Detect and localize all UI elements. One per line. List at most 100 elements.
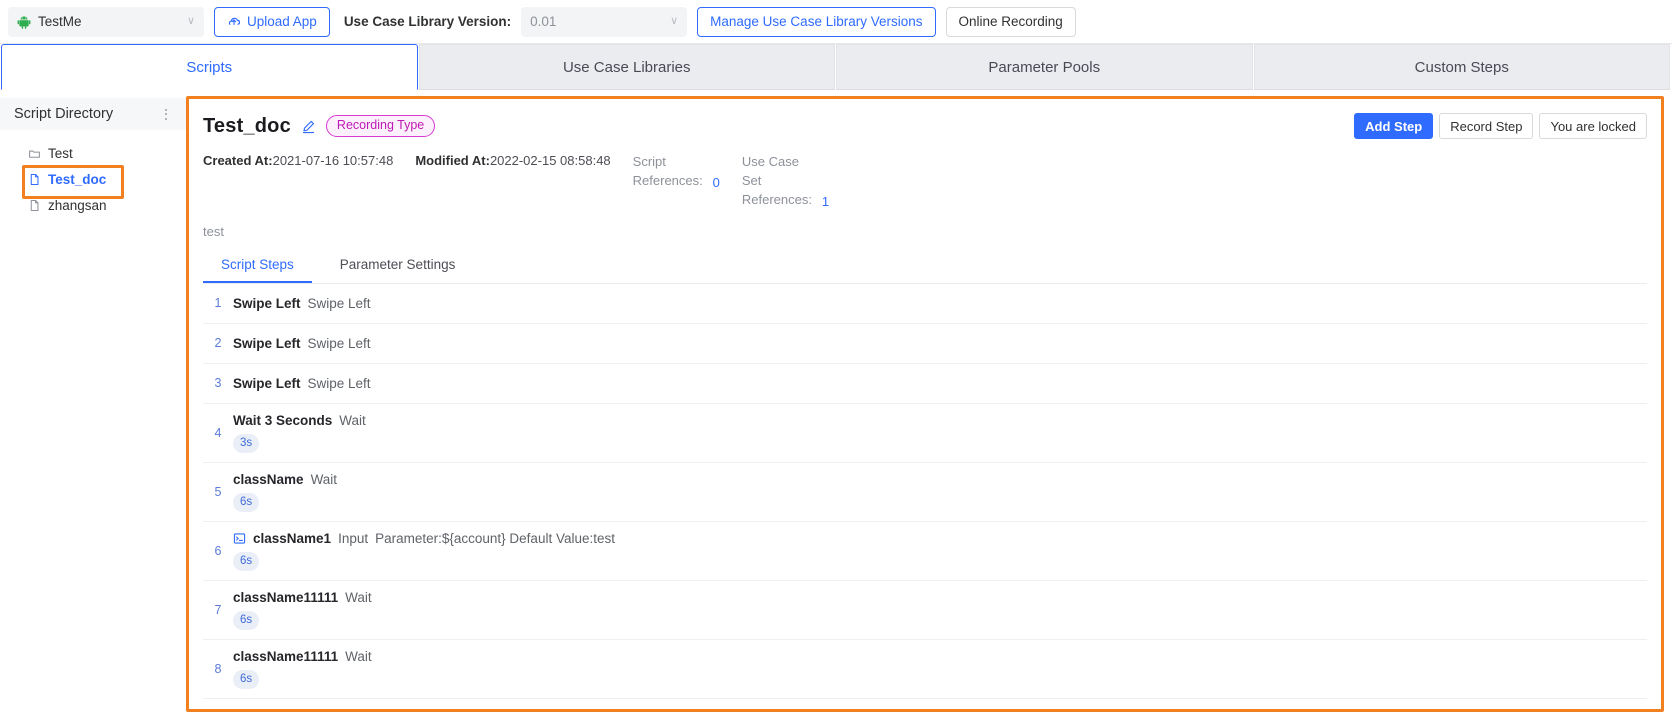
online-recording-button[interactable]: Online Recording (945, 6, 1076, 37)
table-row[interactable]: 7 className11111 Wait 6s (203, 581, 1647, 640)
use-case-library-version-selector[interactable]: 0.01 ∨ (521, 6, 688, 37)
chevron-down-icon: ∨ (670, 15, 679, 27)
table-row[interactable]: 8 className11111 Wait 6s (203, 640, 1647, 699)
step-number: 1 (214, 296, 222, 311)
duration-badge: 6s (233, 492, 260, 512)
step-line: Swipe Left Swipe Left (233, 376, 1645, 391)
step-number: 3 (214, 376, 222, 391)
tab-parameter-settings[interactable]: Parameter Settings (322, 251, 474, 283)
metadata-row: Created At:2021-07-16 10:57:48 Modified … (203, 153, 1647, 210)
step-type: Wait (339, 412, 366, 428)
step-name: Swipe Left (233, 335, 301, 351)
lock-status-button[interactable]: You are locked (1539, 113, 1647, 139)
top-toolbar: TestMe ∨ Upload App Use Case Library Ver… (0, 0, 1672, 44)
sidebar-item-zhangsan[interactable]: zhangsan (0, 192, 186, 218)
upload-app-label: Upload App (247, 14, 317, 29)
title-actions: Add Step Record Step You are locked (1354, 113, 1647, 139)
step-name: className (233, 471, 304, 487)
duration-badge: 6s (233, 669, 260, 689)
title-row: Test_doc Recording Type Add Step Record … (203, 113, 1647, 139)
main-tab-bar: Scripts Use Case Libraries Parameter Poo… (0, 44, 1672, 90)
step-name: className1 (253, 530, 332, 546)
table-row[interactable]: 2 Swipe Left Swipe Left (203, 324, 1647, 364)
step-line: className11111 Wait (233, 649, 1645, 664)
step-line: Swipe Left Swipe Left (233, 336, 1645, 351)
step-type: Wait (345, 648, 372, 664)
status-badge: Recording Type (325, 115, 436, 137)
tab-scripts[interactable]: Scripts (1, 44, 418, 90)
page-title: Test_doc (203, 114, 291, 137)
script-references: Script References: 0 (633, 153, 720, 191)
script-description: test (203, 223, 224, 239)
sidebar-title: Script Directory (14, 106, 114, 122)
step-number: 8 (214, 661, 222, 676)
app-selector[interactable]: TestMe ∨ (8, 6, 204, 37)
step-name: className11111 (233, 648, 339, 664)
tab-script-steps[interactable]: Script Steps (203, 251, 312, 283)
sidebar-header: Script Directory (0, 98, 186, 130)
manage-use-case-library-versions-button[interactable]: Manage Use Case Library Versions (697, 6, 936, 37)
step-body: Wait 3 Seconds Wait 3s (233, 404, 1645, 462)
tab-custom-steps[interactable]: Custom Steps (1253, 44, 1670, 90)
script-detail-content: Test_doc Recording Type Add Step Record … (186, 90, 1672, 712)
script-directory-sidebar: Script Directory Test Test_doc zhangsan (0, 90, 186, 712)
use-case-set-references: Use Case Set References: 1 (742, 153, 829, 210)
step-extra: Parameter:${account} Default Value:test (375, 530, 615, 546)
add-step-button[interactable]: Add Step (1354, 113, 1434, 139)
step-body: className111 Wait 6s (233, 699, 1645, 709)
table-row[interactable]: 6 className1 Input Parameter:${account} … (203, 522, 1647, 581)
record-step-button[interactable]: Record Step (1439, 113, 1534, 139)
step-type: Swipe Left (307, 375, 371, 391)
upload-cloud-icon (227, 15, 241, 29)
chevron-down-icon: ∨ (186, 15, 195, 27)
modified-at-value: 2022-02-15 08:58:48 (489, 153, 611, 168)
step-type: Swipe Left (307, 295, 371, 311)
screenshot-icon[interactable] (233, 532, 246, 545)
use-case-library-version-label: Use Case Library Version: (343, 14, 512, 29)
folder-icon (28, 147, 41, 160)
table-row[interactable]: 5 className Wait 6s (203, 463, 1647, 522)
sidebar-item-test[interactable]: Test (0, 140, 186, 166)
step-type: Wait (310, 471, 338, 487)
step-name: Swipe Left (233, 375, 301, 391)
step-list: 1 Swipe Left Swipe Left 2 Swipe Left Swi… (203, 284, 1647, 709)
step-line: Swipe Left Swipe Left (233, 296, 1645, 311)
pencil-icon[interactable] (301, 119, 316, 134)
more-vertical-icon[interactable] (158, 105, 174, 123)
sidebar-item-test-doc[interactable]: Test_doc (0, 165, 186, 199)
duration-badge: 6s (233, 610, 260, 630)
step-number: 6 (214, 543, 222, 558)
table-row[interactable]: 1 Swipe Left Swipe Left (203, 284, 1647, 324)
step-line: className Wait (233, 472, 1645, 487)
step-body: className11111 Wait 6s (233, 640, 1645, 698)
upload-app-button[interactable]: Upload App (214, 6, 330, 37)
table-row[interactable]: 9 className111 Wait 6s (203, 699, 1647, 709)
duration-badge: 3s (233, 433, 260, 453)
step-type: Input (338, 530, 369, 546)
step-type: Wait (345, 589, 372, 605)
step-body: className Wait 6s (233, 463, 1645, 521)
script-detail-header: Test_doc Recording Type Add Step Record … (189, 113, 1661, 709)
step-line: Wait 3 Seconds Wait (233, 413, 1645, 428)
sidebar-item-label: Test_doc (48, 171, 107, 187)
table-row[interactable]: 3 Swipe Left Swipe Left (203, 364, 1647, 404)
tab-use-case-libraries[interactable]: Use Case Libraries (418, 44, 835, 90)
file-icon (28, 199, 41, 212)
step-line: className111 Wait (233, 708, 1645, 709)
step-number: 7 (214, 602, 222, 617)
created-at-label: Created At: (203, 153, 273, 168)
table-row[interactable]: 4 Wait 3 Seconds Wait 3s (203, 404, 1647, 463)
step-name: Swipe Left (233, 295, 301, 311)
android-icon (17, 15, 31, 29)
step-type: Wait (332, 708, 359, 709)
step-line: className1 Input Parameter:${account} De… (233, 531, 1645, 546)
file-icon (28, 173, 41, 186)
script-references-value: 0 (712, 174, 720, 190)
app-selector-value: TestMe (38, 14, 82, 29)
sidebar-item-label: zhangsan (48, 197, 107, 213)
created-at-value: 2021-07-16 10:57:48 (272, 153, 394, 168)
tab-parameter-pools[interactable]: Parameter Pools (836, 44, 1253, 90)
duration-badge: 6s (233, 551, 260, 571)
sidebar-list: Test Test_doc zhangsan (0, 130, 186, 218)
use-case-set-references-value: 1 (821, 193, 830, 209)
